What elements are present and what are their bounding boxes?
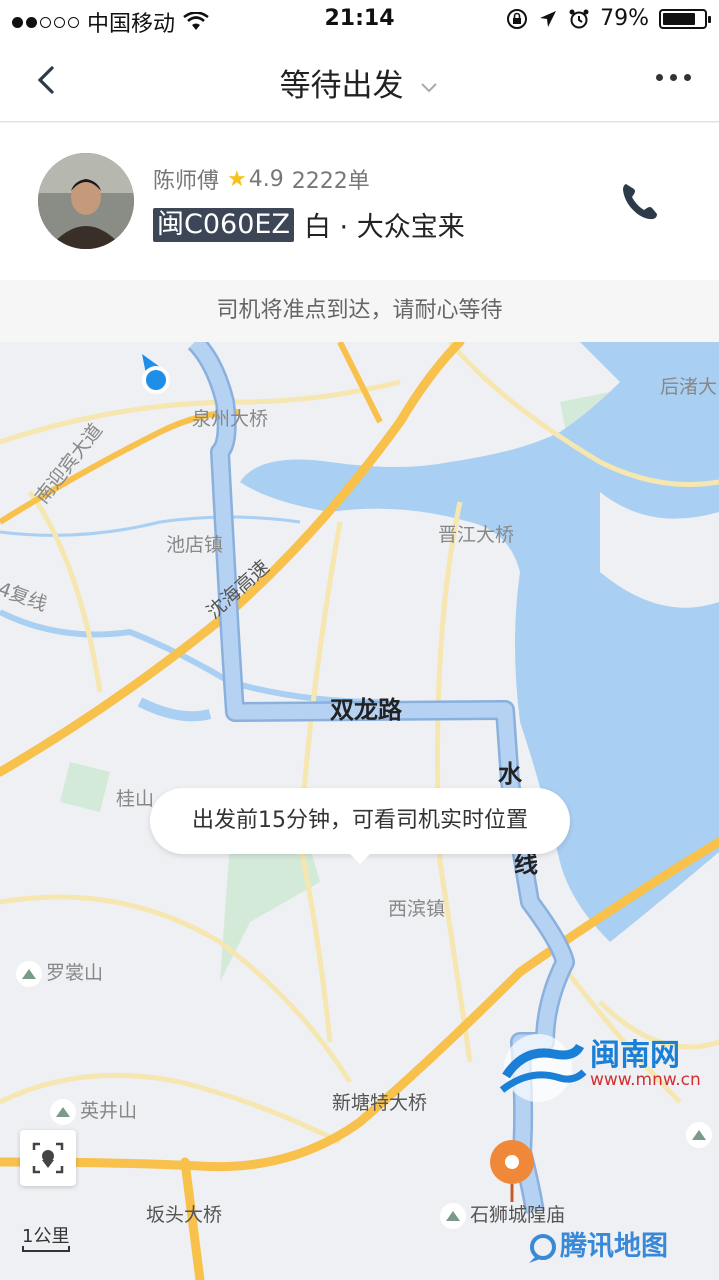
temple-icon	[440, 1202, 466, 1229]
notice-banner: 司机将准点到达，请耐心等待	[0, 280, 719, 342]
mountain-icon	[50, 1098, 76, 1125]
map-label-yingjing: 英井山	[50, 1096, 137, 1125]
map-label-quanzhou-bridge: 泉州大桥	[192, 408, 269, 430]
map-scale-bar	[22, 1246, 70, 1252]
vehicle-row: 闽C060EZ 白 · 大众宝来	[153, 205, 465, 244]
map-label-xibin: 西滨镇	[388, 898, 446, 920]
page-title-text: 等待出发	[279, 68, 404, 104]
map-label-xintang: 新塘特大桥	[332, 1092, 428, 1114]
nav-bar: 等待出发	[0, 40, 719, 122]
locate-target-icon	[32, 1142, 64, 1174]
driver-rating: 4.9	[248, 166, 284, 192]
tencent-map-icon	[529, 1233, 556, 1263]
map-label-luoshang: 罗裳山	[16, 958, 103, 987]
road-label-shuanglong: 双龙路	[330, 696, 402, 724]
alarm-icon	[569, 9, 589, 28]
watermark-url: www.mnw.cn	[590, 1070, 701, 1090]
mountain-icon	[16, 960, 42, 987]
watermark-text: 闽南网	[590, 1038, 680, 1073]
battery-percent: 79%	[600, 6, 649, 31]
map-scale-label: 1公里	[22, 1226, 70, 1247]
screen: 中国移动 21:14 79% 等待出发 陈师傅 ★ 4.9 2222单 闽C06…	[0, 0, 719, 1280]
driver-card: 陈师傅 ★ 4.9 2222单 闽C060EZ 白 · 大众宝来	[0, 123, 719, 280]
driver-orders: 2222单	[291, 169, 370, 194]
location-arrow-icon	[540, 10, 557, 27]
chevron-down-icon	[421, 82, 438, 92]
star-icon: ★	[227, 166, 247, 192]
driver-avatar	[38, 153, 134, 249]
map-label-chidian: 池店镇	[166, 534, 224, 556]
map-label-bantou: 坂头大桥	[146, 1204, 223, 1226]
map-view[interactable]: 泉州大桥 南迎宾大道 后渚大 池店镇 晋江大桥 沈海高速 4复线 桂山 西滨镇 …	[0, 342, 719, 1280]
watermark-logo-icon	[499, 1034, 587, 1102]
status-bar: 中国移动 21:14 79%	[0, 0, 719, 40]
driver-info-row: 陈师傅 ★ 4.9 2222单	[153, 163, 370, 195]
page-title[interactable]: 等待出发	[0, 60, 719, 105]
map-label-jinjiang-bridge: 晋江大桥	[438, 524, 515, 546]
map-label-houzhu: 后渚大	[660, 376, 718, 398]
info-bubble: 出发前15分钟，可看司机实时位置	[150, 788, 570, 864]
battery-icon	[659, 8, 711, 29]
more-dots-icon[interactable]	[656, 74, 691, 81]
map-label-guishan: 桂山	[116, 788, 155, 810]
mountain-icon-right	[686, 1122, 716, 1148]
battery-level	[663, 12, 695, 25]
road-label-shui: 水	[498, 760, 522, 788]
driver-name: 陈师傅	[153, 169, 220, 194]
license-plate: 闽C060EZ	[153, 207, 294, 242]
locate-button[interactable]	[20, 1130, 76, 1186]
status-right: 79%	[506, 6, 711, 31]
watermark: 闽南网 www.mnw.cn	[494, 1028, 719, 1108]
phone-icon[interactable]	[617, 179, 661, 223]
map-provider-logo: 腾讯地图	[526, 1224, 668, 1263]
car-description: 白 · 大众宝来	[303, 212, 465, 243]
rotation-lock-icon	[507, 8, 528, 29]
